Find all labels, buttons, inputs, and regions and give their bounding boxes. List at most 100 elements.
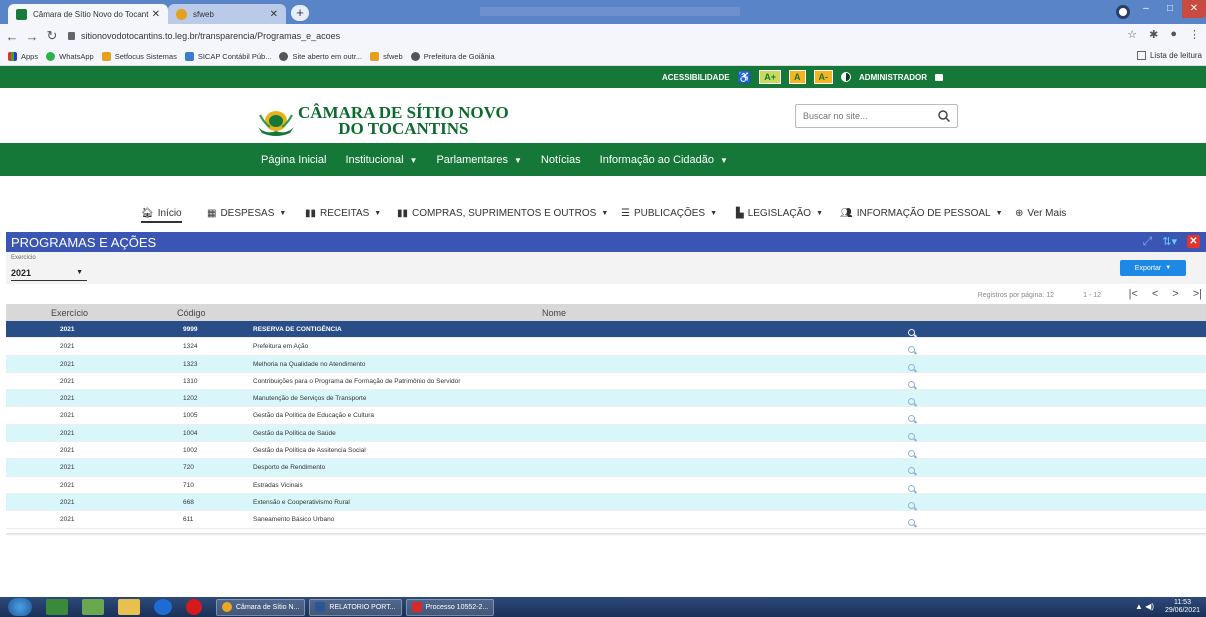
nav-pagina-inicial[interactable]: Página Inicial xyxy=(261,154,326,166)
chamber-emblem-icon[interactable] xyxy=(256,107,296,137)
pinned-app-icon[interactable] xyxy=(46,599,68,615)
next-page-icon[interactable]: > xyxy=(1172,288,1178,300)
tab-publicacoes[interactable]: ☰ PUBLICAÇÕES ▼ xyxy=(621,208,717,219)
opera-icon[interactable] xyxy=(186,599,202,615)
refresh-icon[interactable]: ⤢ xyxy=(1143,234,1153,249)
export-button[interactable]: Exportar ▼ xyxy=(1120,260,1186,276)
back-icon[interactable]: ← xyxy=(4,29,20,44)
prev-page-icon[interactable]: < xyxy=(1152,288,1158,300)
bookmark-sfweb[interactable]: sfweb xyxy=(370,52,403,61)
chrome-icon xyxy=(222,602,232,612)
table-row[interactable]: 2021 611 Saneamento Básico Urbano xyxy=(6,511,1206,529)
nav-parlamentares[interactable]: Parlamentares ▼ xyxy=(436,154,521,166)
table-row[interactable]: 2021 1004 Gestão da Política de Saúde xyxy=(6,424,1206,443)
taskbar-word-task[interactable]: RELATORIO PORT... xyxy=(309,598,402,616)
table-row[interactable]: 2021 710 Estradas Vicinais xyxy=(6,476,1206,494)
table-header: Exercício Código Nome xyxy=(6,304,1206,321)
maximize-button[interactable]: □ xyxy=(1158,0,1182,18)
cell-nome: Gestão da Política de Saúde xyxy=(253,429,336,437)
site-logo-text[interactable]: CÂMARA DE SÍTIO NOVO DO TOCANTINS xyxy=(298,104,509,137)
admin-link[interactable]: ADMINISTRADOR xyxy=(859,73,927,82)
magnifier-icon xyxy=(908,398,917,407)
font-increase-button[interactable]: A+ xyxy=(759,70,782,84)
column-codigo[interactable]: Código xyxy=(177,308,206,318)
close-window-button[interactable]: ✕ xyxy=(1182,0,1206,18)
search-icon[interactable] xyxy=(937,109,951,123)
cell-nome: Desporto de Rendimento xyxy=(253,464,326,472)
bookmark-setfocus[interactable]: Setfocus Sistemas xyxy=(101,52,177,61)
cell-exercicio: 2021 xyxy=(60,377,75,385)
table-row[interactable]: 2021 9999 RESERVA DE CONTIGÊNCIA xyxy=(6,321,1206,339)
system-tray-icons[interactable]: ▲ ◀) xyxy=(1135,602,1154,611)
teamviewer-icon[interactable] xyxy=(154,599,172,615)
close-tab-icon[interactable]: ✕ xyxy=(152,9,160,20)
tab-despesas[interactable]: ▦ DESPESAS ▼ xyxy=(207,208,286,219)
page-range: 1 - 12 xyxy=(1083,292,1101,299)
table-row[interactable]: 2021 668 Extensão e Cooperativismo Rural xyxy=(6,493,1206,512)
close-tab-icon[interactable]: ✕ xyxy=(270,9,278,20)
accessibility-icon[interactable]: ♿ xyxy=(738,71,752,84)
clock[interactable]: 11:53 29/06/2021 xyxy=(1165,599,1200,615)
main-navigation: Página Inicial Institucional ▼ Parlamenta… xyxy=(0,143,1206,176)
bookmark-label: Apps xyxy=(21,52,39,61)
first-page-icon[interactable]: |< xyxy=(1129,288,1138,300)
start-button[interactable] xyxy=(8,598,32,616)
font-decrease-button[interactable]: A- xyxy=(813,70,834,84)
accessibility-label[interactable]: ACESSIBILIDADE xyxy=(662,73,730,82)
taskbar-pdf-task[interactable]: Processo 10552-2... xyxy=(405,598,495,616)
last-page-icon[interactable]: >| xyxy=(1193,288,1202,300)
cell-exercicio: 2021 xyxy=(60,343,75,351)
tab-ver-mais[interactable]: ⊕ Ver Mais xyxy=(1015,208,1066,219)
task-label: Câmara de Sítio N... xyxy=(236,603,300,611)
contrast-icon[interactable] xyxy=(841,72,852,82)
table-row[interactable]: 2021 1005 Gestão da Política de Educação e… xyxy=(6,407,1206,425)
tab-camara[interactable]: Câmara de Sítio Novo do Tocant ✕ xyxy=(8,4,168,24)
profile-icon[interactable] xyxy=(1116,5,1130,19)
cell-nome: RESERVA DE CONTIGÊNCIA xyxy=(253,326,342,333)
bookmark-star-icon[interactable]: ☆ xyxy=(1127,28,1137,41)
table-row[interactable]: 2021 1002 Gestão da Política de Assitencia… xyxy=(6,442,1206,460)
menu-icon[interactable]: ⋮ xyxy=(1189,28,1200,41)
reload-icon[interactable]: ↻ xyxy=(44,28,60,44)
tab-informacao-pessoal[interactable]: 👥︎ INFORMAÇÃO DE PESSOAL ▼ xyxy=(840,208,1003,219)
search-input[interactable] xyxy=(796,111,937,121)
sort-filter-icon[interactable]: ⇅▾ xyxy=(1162,235,1177,248)
nav-informacao-cidadao[interactable]: Informação ao Cidadão ▼ xyxy=(600,154,728,166)
forward-icon[interactable]: → xyxy=(24,29,40,44)
exercicio-select[interactable]: 2021 ▼ xyxy=(11,265,87,281)
table-row[interactable]: 2021 1323 Melhoria na Qualidade no Atendim… xyxy=(6,355,1206,373)
pinned-app-icon[interactable] xyxy=(82,599,104,615)
tab-receitas[interactable]: ▮▮ RECEITAS ▼ xyxy=(305,208,381,219)
tab-legislacao[interactable]: ▙ LEGISLAÇÃO ▼ xyxy=(736,208,823,219)
minimize-button[interactable]: – xyxy=(1134,0,1158,18)
account-icon[interactable]: ● xyxy=(1170,28,1177,41)
nav-noticias[interactable]: Notícias xyxy=(541,154,581,166)
explorer-icon[interactable] xyxy=(118,599,140,615)
extensions-icon[interactable]: ✱ xyxy=(1149,28,1158,41)
nav-institucional[interactable]: Institucional ▼ xyxy=(345,154,417,166)
magnifier-icon xyxy=(908,501,917,511)
column-nome[interactable]: Nome xyxy=(542,308,566,318)
tab-sfweb[interactable]: sfweb ✕ xyxy=(168,4,286,24)
bookmark-site-aberto[interactable]: Site aberto em outr... xyxy=(279,52,362,61)
tab-compras[interactable]: ▮▮ COMPRAS, SUPRIMENTOS E OUTROS ▼ xyxy=(397,208,608,219)
bookmark-sicap[interactable]: SICAP Contábil Púb... xyxy=(184,52,271,61)
bookmark-apps[interactable]: Apps xyxy=(8,52,38,61)
reading-list-button[interactable]: Lista de leitura xyxy=(1136,51,1202,60)
table-row[interactable]: 2021 720 Desporto de Rendimento xyxy=(6,459,1206,477)
taskbar-chrome-task[interactable]: Câmara de Sítio N... xyxy=(216,598,306,616)
url-field[interactable]: sitionovodotocantins.to.leg.br/transpare… xyxy=(68,31,340,41)
address-bar-actions: ☆ ✱ ● ⋮ xyxy=(1127,28,1200,41)
records-per-page[interactable]: Registros por página: 12 xyxy=(978,292,1054,299)
bookmark-goiania[interactable]: Prefeitura de Goiânia xyxy=(410,52,495,61)
table-row[interactable]: 2021 1202 Manutenção de Serviços de Transp… xyxy=(6,390,1206,408)
table-row[interactable]: 2021 1324 Prefeitura em Ação xyxy=(6,338,1206,356)
magnifier-icon xyxy=(908,484,917,494)
new-tab-button[interactable]: + xyxy=(291,5,309,21)
table-row[interactable]: 2021 1310 Contribuições para o Programa de… xyxy=(6,372,1206,391)
bookmark-whatsapp[interactable]: WhatsApp xyxy=(46,52,94,61)
column-exercicio[interactable]: Exercício xyxy=(51,308,88,318)
tab-inicio[interactable]: 🏠︎ Início xyxy=(141,208,182,223)
close-panel-icon[interactable]: ✕ xyxy=(1187,235,1200,248)
font-normal-button[interactable]: A xyxy=(789,70,806,84)
